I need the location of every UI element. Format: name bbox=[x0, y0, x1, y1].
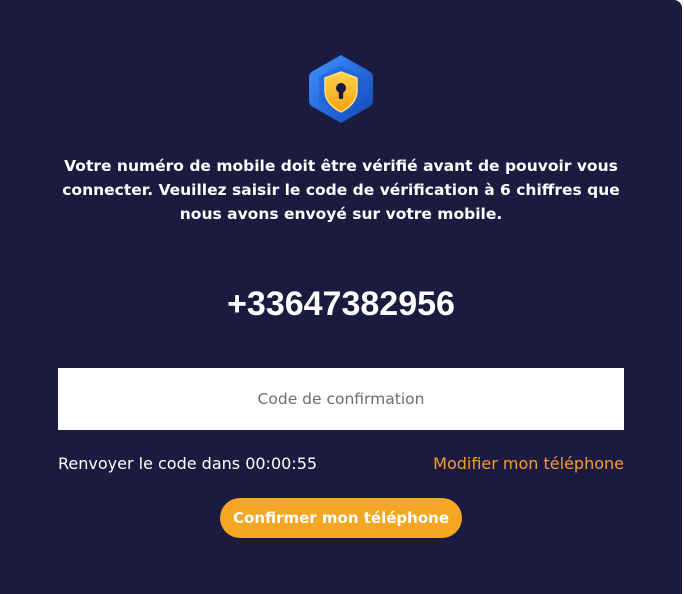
modify-phone-link[interactable]: Modifier mon téléphone bbox=[433, 453, 624, 475]
phone-number: +33647382956 bbox=[227, 285, 455, 323]
confirmation-code-input[interactable] bbox=[58, 368, 624, 430]
resend-code-countdown: Renvoyer le code dans 00:00:55 bbox=[58, 454, 318, 473]
confirm-phone-button[interactable]: Confirmer mon téléphone bbox=[220, 498, 462, 538]
verification-message: Votre numéro de mobile doit être vérifié… bbox=[62, 157, 620, 223]
shield-lock-icon bbox=[305, 52, 377, 126]
verification-panel: Votre numéro de mobile doit être vérifié… bbox=[0, 0, 682, 594]
